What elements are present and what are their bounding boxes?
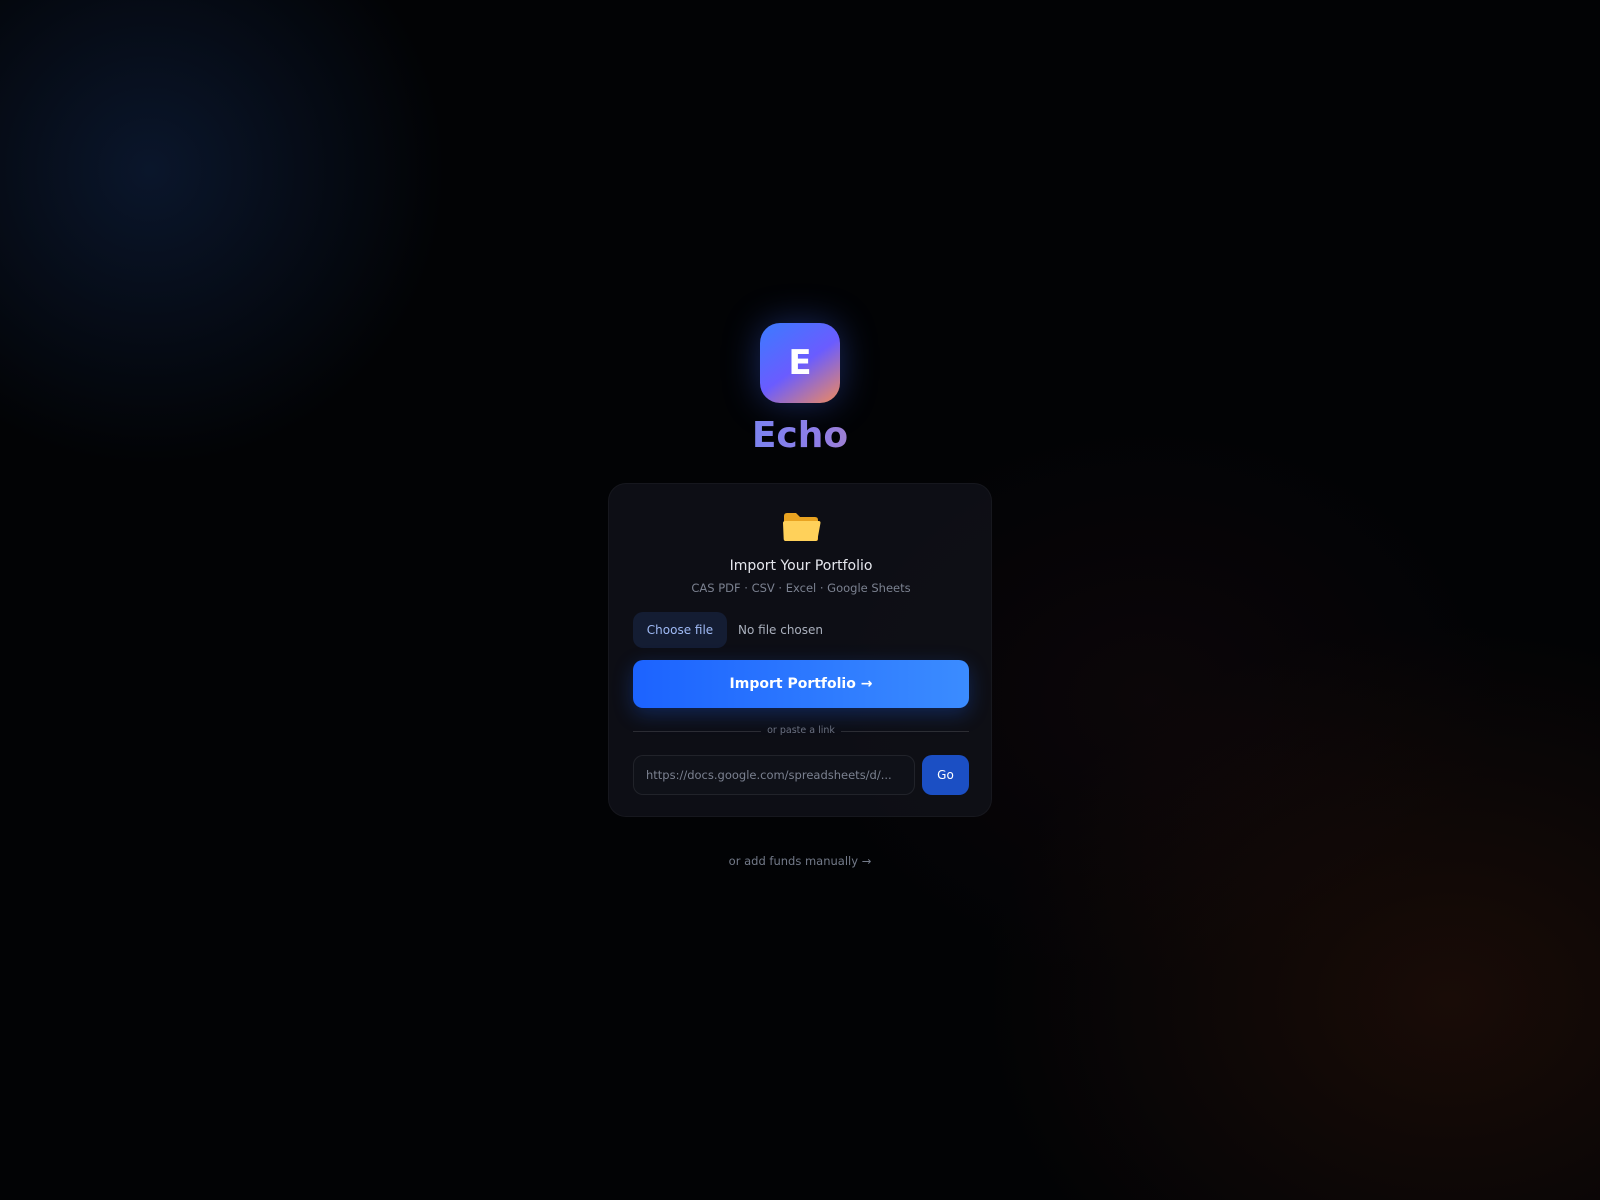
divider-right xyxy=(841,731,969,732)
logo-letter: E xyxy=(788,343,812,383)
app-title: Echo xyxy=(600,410,1000,462)
go-button[interactable]: Go xyxy=(922,755,969,795)
import-screen: E Echo Import Your Portfolio CAS PDF · C… xyxy=(0,0,1600,1200)
import-card: Import Your Portfolio CAS PDF · CSV · Ex… xyxy=(608,483,992,817)
card-title: Import Your Portfolio xyxy=(729,558,873,574)
sheet-link-input[interactable] xyxy=(633,755,915,795)
import-portfolio-button[interactable]: Import Portfolio → xyxy=(633,660,969,708)
file-status: No file chosen xyxy=(738,623,824,637)
divider-text: or paste a link xyxy=(767,725,835,736)
add-funds-manually-link[interactable]: or add funds manually → xyxy=(600,853,1000,869)
app-logo: E xyxy=(760,323,840,403)
divider-left xyxy=(633,731,761,732)
folder-icon xyxy=(783,513,821,541)
supported-formats: CAS PDF · CSV · Excel · Google Sheets xyxy=(691,581,911,595)
choose-file-button[interactable]: Choose file xyxy=(633,612,727,648)
